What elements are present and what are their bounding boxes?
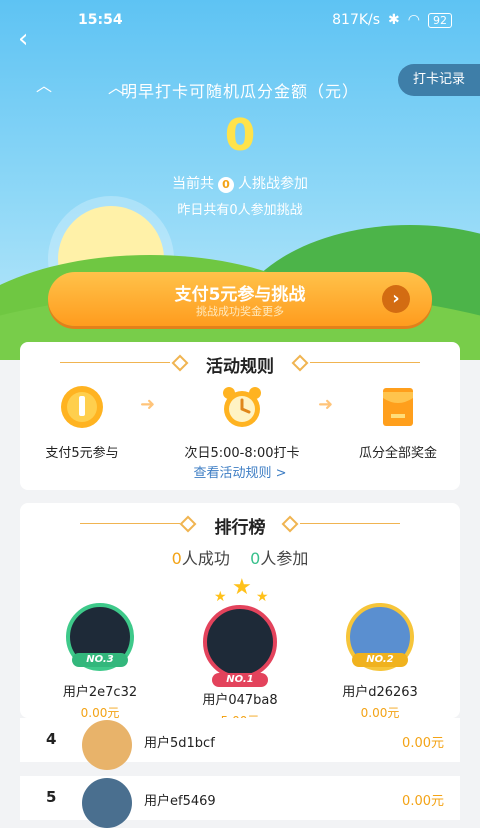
avatar bbox=[82, 778, 132, 828]
rule-step-label: 瓜分全部奖金 bbox=[358, 446, 437, 461]
view-rules-link[interactable]: 查看活动规则 > bbox=[20, 462, 460, 481]
star-icon: ★ bbox=[214, 589, 227, 605]
ranking-stats: 0人成功 0人参加 bbox=[20, 545, 460, 569]
wifi-icon: ◠ bbox=[407, 12, 420, 28]
star-icon: ★ bbox=[256, 589, 269, 605]
rank-number: 4 bbox=[46, 730, 57, 748]
podium-first[interactable]: ★ ★ ★ NO.1 用户047ba8 5.00元 bbox=[180, 575, 300, 729]
podium-third[interactable]: NO.3 用户2e7c32 0.00元 bbox=[40, 603, 160, 721]
podium-second[interactable]: NO.2 用户d26263 0.00元 bbox=[320, 603, 440, 721]
battery-icon: 92 bbox=[428, 12, 452, 28]
list-item[interactable]: 4 用户5d1bcf 0.00元 bbox=[20, 718, 460, 770]
podium-name: 用户047ba8 bbox=[202, 693, 278, 708]
chevron-right-icon: › bbox=[382, 285, 410, 313]
gold-coin-icon bbox=[61, 386, 103, 428]
avatar bbox=[82, 720, 132, 770]
podium-name: 用户d26263 bbox=[342, 685, 418, 700]
arrow-right-icon: ➜ bbox=[318, 394, 334, 415]
divider bbox=[310, 362, 420, 363]
join-count: 0 bbox=[250, 549, 261, 568]
list-money: 0.00元 bbox=[402, 736, 444, 751]
back-arrow-icon[interactable]: ‹ bbox=[18, 26, 28, 52]
rule-step-label: 支付5元参与 bbox=[45, 446, 119, 461]
rule-step: 瓜分全部奖金 bbox=[338, 384, 458, 461]
bluetooth-icon: ✱ bbox=[388, 12, 400, 28]
alarm-clock-icon bbox=[223, 387, 261, 427]
participant-suffix: 人挑战参加 bbox=[238, 176, 308, 192]
participant-count: 0 bbox=[218, 177, 234, 193]
ranking-card: 排行榜 0人成功 0人参加 NO.3 用户2e7c32 0.00元 ★ ★ ★ … bbox=[20, 503, 460, 728]
pay-button-sublabel: 挑战成功奖金更多 bbox=[196, 305, 284, 318]
star-icon: ★ bbox=[232, 575, 252, 600]
red-envelope-icon bbox=[383, 388, 413, 426]
list-item[interactable]: 5 用户ef5469 0.00元 bbox=[20, 776, 460, 828]
rank-number: 5 bbox=[46, 788, 57, 806]
rule-step: 支付5元参与 bbox=[22, 384, 142, 461]
rules-title: 活动规则 bbox=[206, 357, 274, 377]
arrow-right-icon: ➜ bbox=[140, 394, 156, 415]
pay-button-label: 支付5元参与挑战 bbox=[174, 285, 306, 305]
rank-badge: NO.3 bbox=[72, 653, 128, 667]
success-count: 0 bbox=[171, 549, 182, 568]
participant-prefix: 当前共 bbox=[172, 176, 214, 192]
rank-badge: NO.1 bbox=[212, 673, 268, 687]
ranking-title: 排行榜 bbox=[214, 518, 266, 538]
divider bbox=[300, 523, 400, 524]
rank-badge: NO.2 bbox=[352, 653, 408, 667]
status-time: 15:54 bbox=[78, 12, 123, 28]
join-label: 人参加 bbox=[260, 549, 309, 568]
network-speed: 817K/s bbox=[332, 12, 381, 28]
rules-card: 活动规则 支付5元参与 ➜ 次日5:00-8:00打卡 ➜ 瓜分全部奖金 查看活… bbox=[20, 342, 460, 490]
rule-step: 次日5:00-8:00打卡 bbox=[182, 384, 302, 461]
status-bar: 15:54 817K/s ✱ ◠ 92 bbox=[0, 0, 480, 40]
yesterday-line: 昨日共有0人参加挑战 bbox=[177, 203, 303, 218]
hero-title: 明早打卡可随机瓜分金额（元） bbox=[120, 82, 359, 101]
pay-join-challenge-button[interactable]: 支付5元参与挑战 挑战成功奖金更多 › bbox=[48, 272, 432, 326]
rule-step-label: 次日5:00-8:00打卡 bbox=[184, 446, 300, 461]
avatar bbox=[203, 605, 277, 679]
podium-name: 用户2e7c32 bbox=[62, 685, 138, 700]
participant-line: 当前共 0 人挑战参加 bbox=[0, 173, 480, 193]
list-name: 用户5d1bcf bbox=[144, 736, 215, 751]
success-label: 人成功 bbox=[181, 549, 230, 568]
prize-amount: 0 bbox=[224, 110, 256, 161]
